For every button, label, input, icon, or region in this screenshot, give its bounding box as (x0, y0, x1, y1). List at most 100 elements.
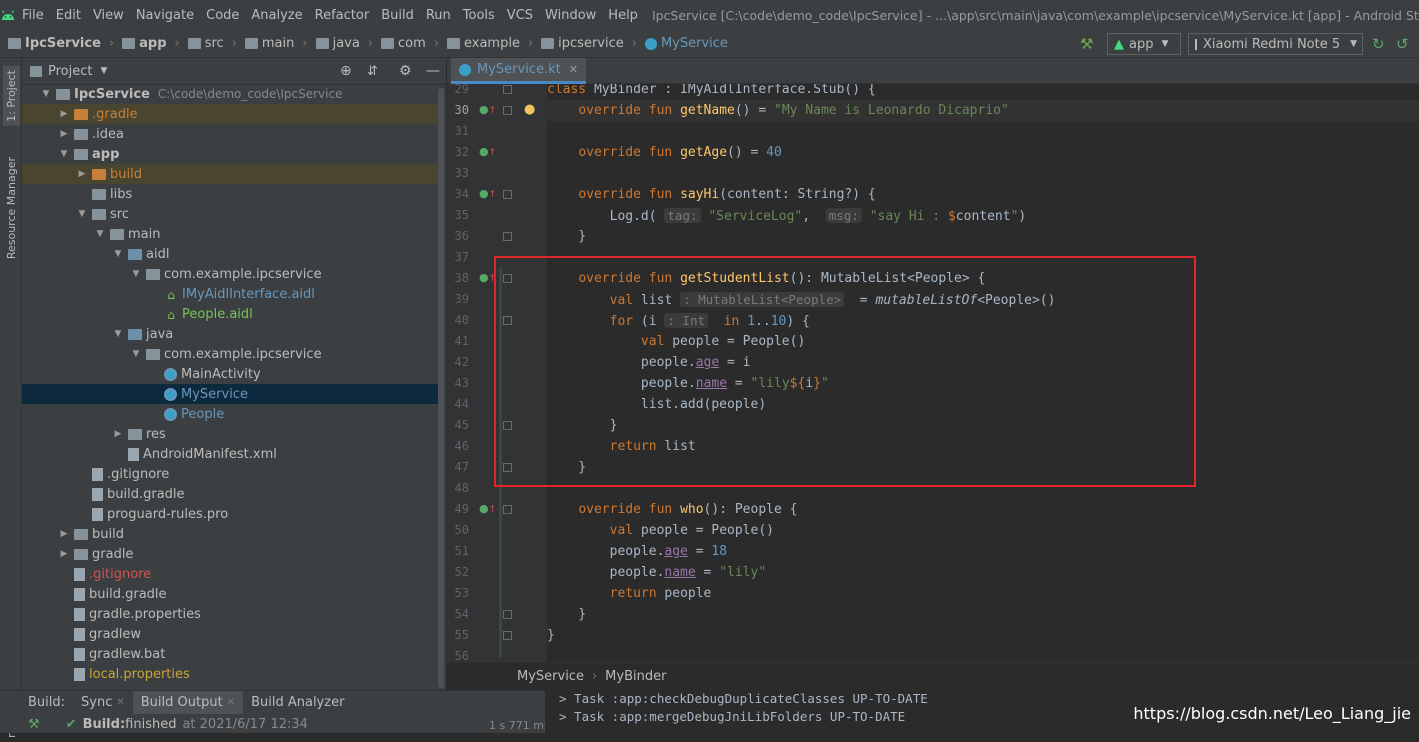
code-line[interactable]: people.age = 18 (547, 541, 1419, 562)
menu-run[interactable]: Run (420, 8, 457, 23)
tree-item[interactable]: ⌂ People.aidl (22, 304, 438, 324)
code-line[interactable]: for (i : Int in 1..10) { (547, 310, 1419, 331)
tree-item[interactable]: .gitignore (22, 464, 438, 484)
tree-item[interactable]: ▶ build (22, 164, 438, 184)
crumb-com[interactable]: com › (381, 36, 439, 51)
chevron-down-icon[interactable]: ▼ (130, 349, 142, 359)
code-line[interactable] (547, 163, 1419, 184)
tab-build-analyzer[interactable]: Build Analyzer (243, 691, 352, 714)
code-line[interactable] (547, 121, 1419, 142)
code-line[interactable]: val people = People() (547, 520, 1419, 541)
tree-item[interactable]: ▶ .gradle (22, 104, 438, 124)
code-line[interactable]: override fun getName() = "My Name is Leo… (547, 100, 1419, 121)
project-scrollbar[interactable] (438, 88, 444, 688)
code-line[interactable]: class MyBinder : IMyAidlInterface.Stub()… (547, 84, 1419, 100)
menu-refactor[interactable]: Refactor (309, 8, 376, 23)
tree-item[interactable]: build.gradle (22, 484, 438, 504)
chevron-down-icon[interactable]: ▼ (40, 89, 52, 99)
menu-analyze[interactable]: Analyze (245, 8, 308, 23)
chevron-right-icon[interactable]: ▶ (76, 169, 88, 179)
fold-marker-icon[interactable] (503, 85, 512, 94)
tree-item[interactable]: ▶ .idea (22, 124, 438, 144)
crumb-src[interactable]: src › (187, 36, 237, 51)
code-line[interactable]: people.name = "lily" (547, 562, 1419, 583)
code-line[interactable]: val list : MutableList<People> = mutable… (547, 289, 1419, 310)
tree-item[interactable]: proguard-rules.pro (22, 504, 438, 524)
menu-build[interactable]: Build (375, 8, 420, 23)
run-configuration-select[interactable]: ▲ app ▼ (1107, 33, 1181, 55)
tree-item[interactable]: gradlew (22, 624, 438, 644)
fold-marker-icon[interactable] (503, 631, 512, 640)
chevron-down-icon[interactable]: ▼ (100, 66, 107, 76)
code-line[interactable]: people.age = i (547, 352, 1419, 373)
tree-item[interactable]: gradle.properties (22, 604, 438, 624)
code-line[interactable]: } (547, 226, 1419, 247)
apply-code-changes-icon[interactable]: ↺ (1396, 35, 1409, 53)
tree-item[interactable]: ▼ IpcService C:\code\demo_code\IpcService (22, 84, 438, 104)
fold-marker-icon[interactable] (503, 106, 512, 115)
crumb-java[interactable]: java › (315, 36, 373, 51)
tree-item[interactable]: ▼ app (22, 144, 438, 164)
tree-item[interactable]: ▼ src (22, 204, 438, 224)
code-line[interactable]: } (547, 457, 1419, 478)
code-line[interactable] (547, 247, 1419, 268)
code-line[interactable]: } (547, 415, 1419, 436)
tree-item[interactable]: gradlew.bat (22, 644, 438, 664)
tree-item[interactable]: libs (22, 184, 438, 204)
chevron-down-icon[interactable]: ▼ (130, 269, 142, 279)
locate-icon[interactable]: ⊕ (340, 63, 352, 79)
crumb-project[interactable]: IpcService › (8, 36, 114, 51)
crumb-module[interactable]: app › (122, 36, 180, 51)
code-line[interactable] (547, 478, 1419, 499)
tree-item[interactable]: ▼ com.example.ipcservice (22, 264, 438, 284)
fold-marker-icon[interactable] (503, 505, 512, 514)
tree-item[interactable]: MainActivity (22, 364, 438, 384)
build-hammer-icon[interactable]: ⚒ (1080, 35, 1093, 53)
tab-build-output[interactable]: Build Output ✕ (132, 691, 244, 714)
code-line[interactable]: val people = People() (547, 331, 1419, 352)
code-line[interactable]: override fun sayHi(content: String?) { (547, 184, 1419, 205)
menu-vcs[interactable]: VCS (501, 8, 539, 23)
tree-item[interactable]: ▼ aidl (22, 244, 438, 264)
tab-resource-manager[interactable]: Resource Manager (3, 153, 20, 263)
chevron-down-icon[interactable]: ▼ (112, 329, 124, 339)
code-line[interactable] (547, 646, 1419, 662)
chevron-down-icon[interactable]: ▼ (94, 229, 106, 239)
apply-changes-icon[interactable]: ↻ (1372, 35, 1385, 53)
menu-window[interactable]: Window (539, 8, 602, 23)
chevron-right-icon[interactable]: ▶ (112, 429, 124, 439)
fold-marker-icon[interactable] (503, 232, 512, 241)
project-view-select[interactable]: Project (48, 64, 92, 79)
fold-marker-icon[interactable] (503, 463, 512, 472)
code-area[interactable]: class MyBinder : IMyAidlInterface.Stub()… (547, 84, 1419, 662)
gear-icon[interactable]: ⚙ (399, 63, 412, 79)
device-select[interactable]: Xiaomi Redmi Note 5 ▼ (1188, 33, 1363, 55)
crumb-main[interactable]: main › (244, 36, 308, 51)
tree-item[interactable]: ▼ java (22, 324, 438, 344)
tree-item[interactable]: AndroidManifest.xml (22, 444, 438, 464)
fold-marker-icon[interactable] (503, 316, 512, 325)
menu-file[interactable]: File (16, 8, 50, 23)
fold-marker-icon[interactable] (503, 190, 512, 199)
crumb-example[interactable]: example › (447, 36, 533, 51)
code-line[interactable]: people.name = "lily${i}" (547, 373, 1419, 394)
fold-marker-icon[interactable] (503, 421, 512, 430)
menu-tools[interactable]: Tools (457, 8, 501, 23)
chevron-right-icon[interactable]: ▶ (58, 529, 70, 539)
code-line[interactable]: override fun getStudentList(): MutableLi… (547, 268, 1419, 289)
breadcrumb-inner-class[interactable]: MyBinder (605, 669, 666, 684)
crumb-myservice[interactable]: MyService (644, 36, 728, 51)
tree-item[interactable]: .gitignore (22, 564, 438, 584)
menu-navigate[interactable]: Navigate (130, 8, 200, 23)
code-line[interactable]: } (547, 604, 1419, 625)
override-marker-icon[interactable]: ●↑ (479, 187, 496, 200)
code-line[interactable]: list.add(people) (547, 394, 1419, 415)
tree-item[interactable]: ⌂ IMyAidlInterface.aidl (22, 284, 438, 304)
tab-sync[interactable]: Sync ✕ (73, 691, 133, 714)
tree-item[interactable]: ▶ gradle (22, 544, 438, 564)
override-marker-icon[interactable]: ●↑ (479, 145, 496, 158)
menu-help[interactable]: Help (602, 8, 644, 23)
tree-item[interactable]: ▶ res (22, 424, 438, 444)
code-line[interactable]: override fun getAge() = 40 (547, 142, 1419, 163)
tree-item[interactable]: People (22, 404, 438, 424)
